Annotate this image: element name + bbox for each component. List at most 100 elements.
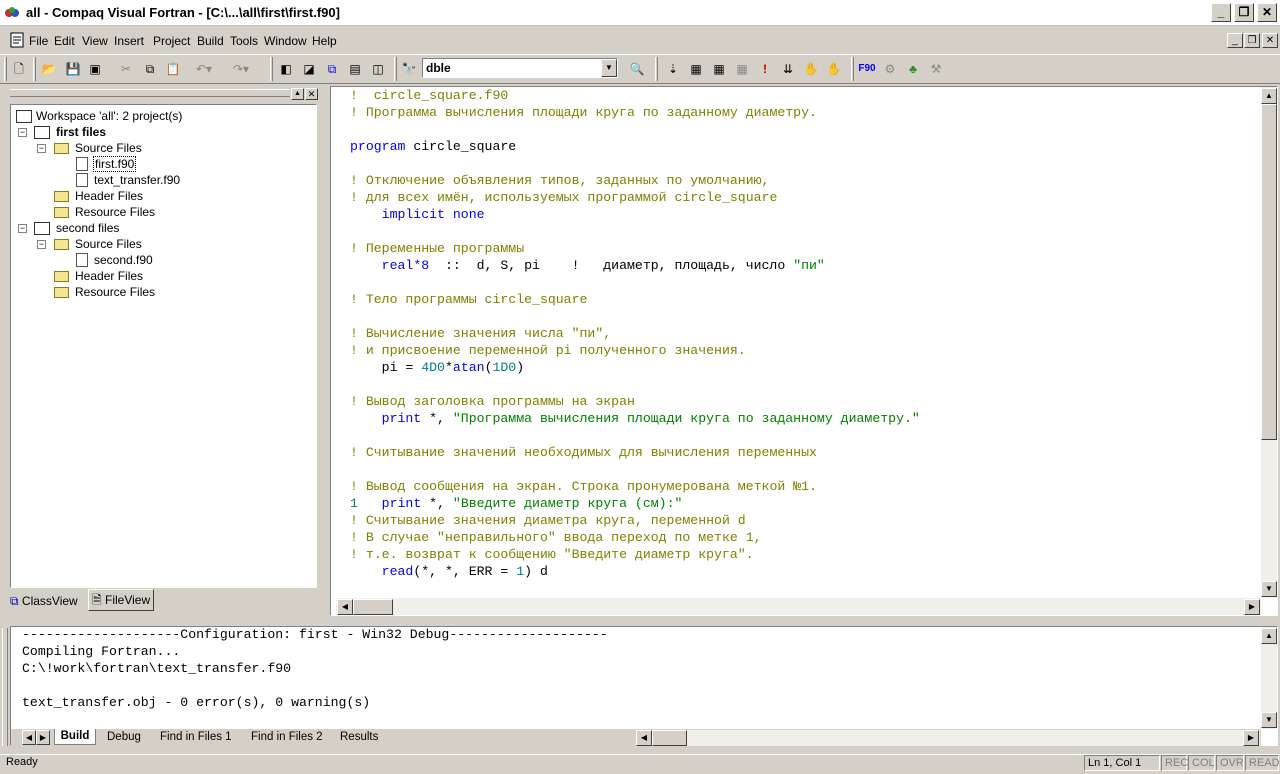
collapse-icon[interactable]: − bbox=[18, 224, 27, 233]
toolbar-grip[interactable] bbox=[394, 57, 397, 81]
code-line[interactable]: ! т.е. возврат к сообщению "Введите диам… bbox=[350, 546, 1260, 563]
menu-project[interactable]: Project bbox=[153, 34, 190, 50]
go-icon[interactable]: ⇊ bbox=[779, 60, 797, 78]
tool-icon[interactable]: ⚒ bbox=[927, 60, 945, 78]
tab-scroll-right-icon[interactable]: ▶ bbox=[36, 730, 50, 745]
code-line[interactable]: ! Вычисление значения числа "пи", bbox=[350, 325, 1260, 342]
menu-insert[interactable]: Insert bbox=[114, 34, 144, 50]
doc-close-button[interactable]: ✕ bbox=[1262, 33, 1278, 48]
find-combo[interactable]: dble ▼ bbox=[422, 58, 618, 78]
paste-icon[interactable]: 📋 bbox=[164, 60, 182, 78]
code-line[interactable] bbox=[350, 461, 1260, 478]
editor-hscrollbar[interactable]: ◀ ▶ bbox=[336, 598, 1261, 615]
build-icon[interactable]: ▦ bbox=[687, 60, 705, 78]
find-in-files-icon[interactable]: 🔭 bbox=[400, 60, 418, 78]
code-line[interactable]: ! Программа вычисления площади круга по … bbox=[350, 104, 1260, 121]
tab-debug[interactable]: Debug bbox=[107, 730, 141, 746]
panel-maximize-icon[interactable]: ▲ bbox=[291, 88, 304, 100]
menu-help[interactable]: Help bbox=[312, 34, 337, 50]
code-line[interactable] bbox=[350, 427, 1260, 444]
save-icon[interactable]: 💾 bbox=[64, 60, 82, 78]
close-button[interactable]: ✕ bbox=[1257, 3, 1277, 22]
chevron-down-icon[interactable]: ▼ bbox=[601, 59, 617, 77]
code-line[interactable] bbox=[350, 155, 1260, 172]
collapse-icon[interactable]: − bbox=[18, 128, 27, 137]
cut-icon[interactable]: ✂ bbox=[117, 60, 135, 78]
menu-file[interactable]: File bbox=[29, 34, 48, 50]
window-list-icon[interactable]: ⧉ bbox=[323, 60, 341, 78]
undo-icon[interactable]: ↶▾ bbox=[195, 60, 213, 78]
hand-icon[interactable]: ✋ bbox=[802, 60, 820, 78]
collapse-icon[interactable]: − bbox=[37, 144, 46, 153]
toolbar-grip[interactable] bbox=[851, 57, 854, 81]
scroll-up-icon[interactable]: ▲ bbox=[1261, 628, 1277, 644]
open-folder-icon[interactable]: 📂 bbox=[40, 60, 58, 78]
code-line[interactable]: ! Вывод заголовка программы на экран bbox=[350, 393, 1260, 410]
code-line[interactable]: ! circle_square.f90 bbox=[350, 87, 1260, 104]
scroll-thumb[interactable] bbox=[1261, 104, 1277, 440]
scroll-left-icon[interactable]: ◀ bbox=[337, 599, 353, 615]
code-line[interactable]: ! Отключение объявления типов, заданных … bbox=[350, 172, 1260, 189]
tab-fileview[interactable]: 🗎 FileView bbox=[88, 589, 154, 611]
scroll-right-icon[interactable]: ▶ bbox=[1244, 599, 1260, 615]
compile-f90-icon[interactable]: ⚙ bbox=[881, 60, 899, 78]
code-line[interactable]: ! Тело программы circle_square bbox=[350, 291, 1260, 308]
code-line[interactable] bbox=[350, 308, 1260, 325]
doc-restore-button[interactable]: ❐ bbox=[1244, 33, 1260, 48]
save-all-icon[interactable]: ▣ bbox=[86, 60, 104, 78]
app-icon[interactable] bbox=[4, 5, 20, 21]
menu-view[interactable]: View bbox=[82, 34, 108, 50]
tab-scroll-left-icon[interactable]: ◀ bbox=[22, 730, 36, 745]
menu-tools[interactable]: Tools bbox=[230, 34, 258, 50]
compile-icon[interactable]: ⇣ bbox=[664, 60, 682, 78]
toolbar-grip[interactable] bbox=[270, 57, 273, 81]
code-line[interactable]: 1 print *, "Введите диаметр круга (см):" bbox=[350, 495, 1260, 512]
tab-classview[interactable]: ⧉ ClassView bbox=[10, 591, 86, 613]
stop-build-icon[interactable]: ▦ bbox=[733, 60, 751, 78]
menu-window[interactable]: Window bbox=[264, 34, 307, 50]
tab-build[interactable]: Build bbox=[54, 729, 96, 745]
split-horizontal-icon[interactable]: ▤ bbox=[346, 60, 364, 78]
new-text-file-icon[interactable]: 🗋 bbox=[10, 60, 28, 78]
code-line[interactable] bbox=[350, 223, 1260, 240]
code-line[interactable]: ! Переменные программы bbox=[350, 240, 1260, 257]
code-line[interactable]: ! Вывод сообщения на экран. Строка прону… bbox=[350, 478, 1260, 495]
code-line[interactable]: pi = 4D0*atan(1D0) bbox=[350, 359, 1260, 376]
rebuild-icon[interactable]: ▦ bbox=[710, 60, 728, 78]
copy-icon[interactable]: ⧉ bbox=[141, 60, 159, 78]
panel-close-icon[interactable]: ✕ bbox=[305, 88, 318, 100]
code-line[interactable]: ! Считывание значений необходимых для вы… bbox=[350, 444, 1260, 461]
document-icon[interactable] bbox=[10, 32, 25, 48]
code-line[interactable]: print *, "Программа вычисления площади к… bbox=[350, 410, 1260, 427]
scroll-down-icon[interactable]: ▼ bbox=[1261, 712, 1277, 728]
toolbar-grip[interactable] bbox=[4, 57, 7, 81]
code-line[interactable]: ! Считывание значения диаметра круга, пе… bbox=[350, 512, 1260, 529]
hscroll-thumb[interactable] bbox=[652, 730, 687, 746]
code-line[interactable]: ! для всех имён, используемых программой… bbox=[350, 189, 1260, 206]
code-line[interactable]: program circle_square bbox=[350, 138, 1260, 155]
restore-button[interactable]: ❐ bbox=[1234, 3, 1254, 22]
tab-find-in-files-1[interactable]: Find in Files 1 bbox=[160, 730, 232, 746]
scroll-right-icon[interactable]: ▶ bbox=[1243, 730, 1259, 746]
minimize-button[interactable]: _ bbox=[1211, 3, 1231, 22]
hscroll-thumb[interactable] bbox=[353, 599, 393, 615]
doc-minimize-button[interactable]: _ bbox=[1227, 33, 1243, 48]
menu-edit[interactable]: Edit bbox=[54, 34, 75, 50]
code-line[interactable]: ! и присвоение переменной pi полученного… bbox=[350, 342, 1260, 359]
tree-icon[interactable]: ♣ bbox=[904, 60, 922, 78]
redo-icon[interactable]: ↷▾ bbox=[232, 60, 250, 78]
code-line[interactable]: ! В случае "неправильного" ввода переход… bbox=[350, 529, 1260, 546]
editor-vscrollbar[interactable]: ▲ ▼ bbox=[1261, 87, 1277, 598]
split-vertical-icon[interactable]: ◫ bbox=[369, 60, 387, 78]
code-line[interactable]: real*8 :: d, S, pi ! диаметр, площадь, ч… bbox=[350, 257, 1260, 274]
toolbar-grip[interactable] bbox=[33, 57, 36, 81]
toolbar-grip[interactable] bbox=[655, 57, 658, 81]
remove-breakpoint-icon[interactable]: ✋ bbox=[825, 60, 843, 78]
output-window-icon[interactable]: ◪ bbox=[300, 60, 318, 78]
code-line[interactable] bbox=[350, 121, 1260, 138]
code-area[interactable]: ! circle_square.f90! Программа вычислени… bbox=[350, 87, 1260, 597]
f90-icon[interactable]: F90 bbox=[857, 60, 877, 78]
collapse-icon[interactable]: − bbox=[37, 240, 46, 249]
code-line[interactable] bbox=[350, 376, 1260, 393]
find-icon[interactable]: 🔍 bbox=[628, 60, 646, 78]
